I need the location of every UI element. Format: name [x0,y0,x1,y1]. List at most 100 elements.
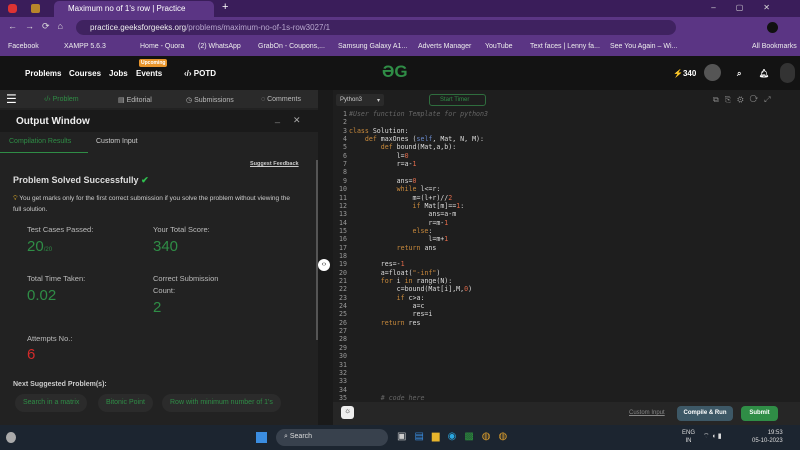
lightbulb-icon[interactable]: ☼ [341,406,354,419]
code-token: # code here [349,393,425,402]
bookmarks-bar: Facebook XAMPP 5.6.3 Home - Quora (2) Wh… [0,38,800,56]
output-window-header: Output Window _ ✕ [0,110,318,132]
bookmark[interactable]: Home - Quora [140,43,184,50]
code-line: if Mat[m]==1: [349,201,465,210]
editor-toolbar-icons[interactable]: ⧉⎘⚙⟳⤢ [713,95,777,105]
url-path: /problems/maximum-no-of-1s-row3027/1 [186,23,331,32]
line-number: 19 [339,260,347,269]
tab-custom-input[interactable]: Custom Input [96,138,138,145]
suggestion-chip[interactable]: Search in a matrix [15,394,88,412]
code-editor-panel: Python3 ▾ Start Timer ⧉⎘⚙⟳⤢ 1 #User functi… [333,90,800,425]
code-token: 1 [444,235,449,244]
problem-tabs: ☰ ‹/› Problem ▤ Editorial ◷ Submissions … [0,90,318,108]
start-timer-button[interactable]: Start Timer [429,94,486,106]
profile-avatar[interactable] [767,22,778,33]
bookmark[interactable]: XAMPP 5.6.3 [64,43,106,50]
panel-splitter[interactable]: ‹› [318,90,333,425]
suggestion-chip[interactable]: Bitonic Point [98,394,153,412]
code-token: ) [436,268,441,277]
nav-events[interactable]: Events [136,69,162,78]
code-token: l<=r: [420,185,441,194]
taskbar-apps[interactable]: ▣▤▆◉▩◍◍ [397,431,515,442]
custom-input-link[interactable]: Custom Input [629,410,665,416]
correct-count-value: 2 [153,299,162,316]
bulb-icon: 💡︎ [13,195,18,202]
test-cases-value: 20/20 [27,238,52,255]
taskbar-search[interactable]: ⌕ Search [276,429,388,446]
tab-compilation-results[interactable]: Compilation Results [9,138,71,145]
clock[interactable]: 19:53 05-10-2023 [752,429,783,445]
system-tray-icons[interactable]: ⌔ ◖ ▮ [703,432,722,441]
time-value: 0.02 [27,287,57,304]
code-token: in [404,277,417,285]
line-number: 18 [339,251,347,260]
windows-taskbar: ⌕ Search ▣▤▆◉▩◍◍ ENG IN ⌔ ◖ ▮ 19:53 05-10-… [0,425,800,450]
nav-problems[interactable]: Problems [25,69,61,78]
bookmark[interactable]: Adverts Manager [418,43,471,50]
code-token: c=bound(Mat[i],M, [349,285,465,294]
bookmark[interactable]: (2) WhatsApp [198,43,241,50]
language-select[interactable]: Python3 ▾ [336,94,384,106]
time-label: Total Time Taken: [27,274,86,283]
code-token: "-inf" [412,268,437,277]
bookmark[interactable]: YouTube [485,43,513,50]
browser-tab-active[interactable]: Maximum no of 1's row | Practice [54,1,214,17]
tab-editorial[interactable]: ▤ Editorial [118,96,152,104]
pinned-tab[interactable] [8,4,17,13]
nav-jobs[interactable]: Jobs [109,69,128,78]
user-avatar[interactable] [780,63,795,83]
score-label: Your Total Score: [153,225,210,234]
suggest-feedback-link[interactable]: Suggest Feedback [250,161,299,167]
line-number: 35 [339,393,347,402]
time: 19:53 [767,430,783,436]
bookmark[interactable]: Text faces | Lenny fa... [530,43,600,50]
line-number: 17 [339,243,347,252]
resize-handle-icon[interactable]: ‹› [318,259,330,271]
code-line: r=m-1 [349,219,448,227]
bookmark[interactable]: Facebook [8,43,39,50]
code-token: , Mat, N, M): [432,135,484,144]
code-line: m=(l+r)//2 [349,194,453,202]
bookmark[interactable]: Samsung Galaxy A1... [338,43,407,50]
tab-title: Maximum no of 1's row | Practice [68,4,186,13]
weather-icon[interactable] [6,432,16,443]
pinned-tab[interactable] [31,4,40,13]
search-label: Search [289,433,313,440]
tab-problem[interactable]: ‹/› Problem [44,96,79,103]
code-token: i [396,277,405,285]
bookmark[interactable]: See You Again – Wi... [610,43,677,50]
code-token: 1 [444,218,449,227]
nav-potd[interactable]: ‹/› POTD [184,69,216,78]
code-token: def [349,135,381,144]
tab-comments[interactable]: ◌ Comments [261,96,301,103]
code-token: Mat[m]== [424,201,457,210]
url-input[interactable]: practice.geeksforgeeks.org/problems/maxi… [76,20,676,35]
new-tab-button[interactable]: + [222,1,228,13]
code-line: l=0 [349,152,409,160]
theme-toggle[interactable] [704,64,721,81]
tab-label: Problem [52,96,79,103]
browser-tab-bar: Maximum no of 1's row | Practice + –▢✕ [0,0,800,17]
bell-icon[interactable]: 🔔︎ [759,69,769,78]
bookmark[interactable]: GrabOn - Coupons,... [258,43,325,50]
minimize-icon[interactable]: _ [275,113,280,123]
compile-run-button[interactable]: Compile & Run [677,406,733,421]
search-icon[interactable]: ⌕ [737,69,741,79]
close-icon[interactable]: ✕ [293,115,301,126]
submit-button[interactable]: Submit [741,406,778,421]
suggestion-chip[interactable]: Row with minimum number of 1's [162,394,281,412]
chevron-down-icon: ▾ [376,98,380,104]
nav-buttons[interactable]: ←→⟳⌂ [8,21,71,32]
gfg-logo[interactable]: ƏG [382,62,408,82]
editor-footer: ☼ Custom Input Compile & Run Submit [333,402,800,425]
menu-icon[interactable]: ☰ [6,92,17,106]
code-token: self [416,135,433,144]
all-bookmarks[interactable]: All Bookmarks [752,43,797,50]
tab-submissions[interactable]: ◷ Submissions [186,96,234,104]
window-controls[interactable]: –▢✕ [711,3,790,12]
total: /20 [43,247,53,253]
language-indicator[interactable]: ENG IN [682,429,695,445]
nav-courses[interactable]: Courses [69,69,101,78]
windows-start-icon[interactable] [256,432,267,443]
code-line: for i in range(N): [349,277,453,285]
